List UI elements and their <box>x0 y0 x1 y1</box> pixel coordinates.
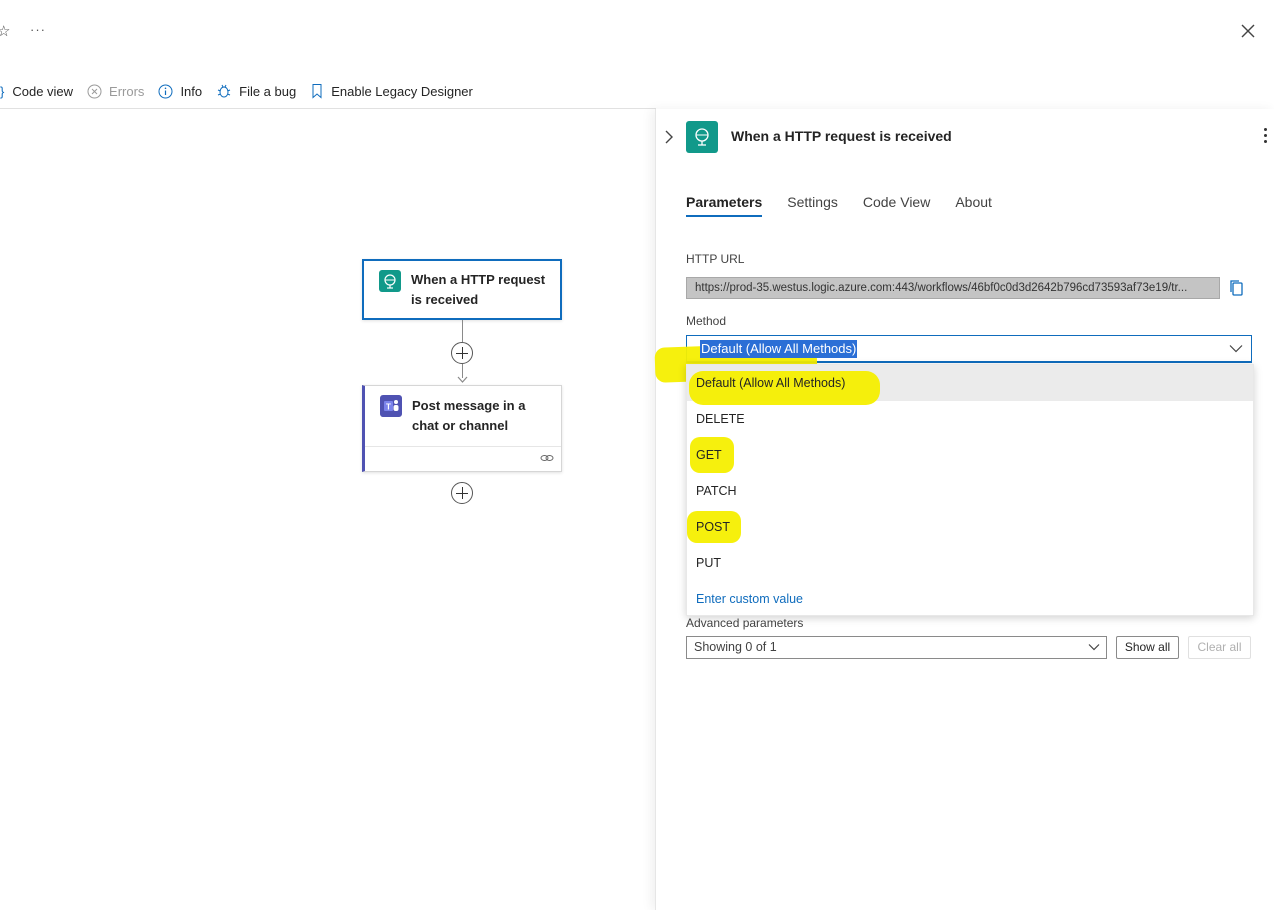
file-bug-button[interactable]: File a bug <box>216 83 296 99</box>
trigger-title-line1: When a HTTP request <box>411 272 546 287</box>
add-step-button[interactable] <box>451 482 473 504</box>
trigger-node[interactable]: When a HTTP request is received <box>362 259 562 320</box>
chevron-down-icon[interactable] <box>1229 344 1243 353</box>
add-step-button[interactable] <box>451 342 473 364</box>
close-icon[interactable] <box>1239 22 1257 40</box>
option-delete[interactable]: DELETE <box>696 412 745 426</box>
code-view-label: Code view <box>12 83 74 99</box>
legacy-designer-button[interactable]: Enable Legacy Designer <box>310 83 473 99</box>
link-icon <box>540 455 554 461</box>
designer-toolbar: } Code view Errors Info File a bug Enabl… <box>0 80 487 102</box>
more-options-button[interactable]: ··· <box>30 22 46 37</box>
method-label: Method <box>686 314 727 328</box>
option-put[interactable]: PUT <box>696 556 721 570</box>
http-url-field[interactable]: https://prod-35.westus.logic.azure.com:4… <box>686 277 1220 299</box>
panel-title: When a HTTP request is received <box>731 128 952 144</box>
favorite-star-icon[interactable]: ☆ <box>0 22 10 40</box>
toolbar-divider <box>0 108 656 109</box>
chevron-right-icon[interactable] <box>664 129 674 145</box>
action-node[interactable]: T Post message in a chat or channel <box>362 385 562 472</box>
copy-icon[interactable] <box>1228 279 1244 297</box>
chevron-down-icon[interactable] <box>1088 643 1100 651</box>
panel-tabs: Parameters Settings Code View About <box>686 194 1017 217</box>
connector-line <box>462 320 463 342</box>
bug-icon <box>217 84 231 98</box>
legacy-designer-label: Enable Legacy Designer <box>331 83 473 99</box>
advanced-parameters-dropdown[interactable]: Showing 0 of 1 <box>686 636 1107 659</box>
method-options-list: Default (Allow All Methods) DELETE GET P… <box>686 364 1254 616</box>
file-bug-label: File a bug <box>239 83 297 99</box>
connector-arrow-icon <box>457 376 468 383</box>
http-globe-icon <box>379 270 401 292</box>
enter-custom-value-link[interactable]: Enter custom value <box>696 592 803 606</box>
option-get[interactable]: GET <box>696 448 722 462</box>
advanced-parameters-label: Advanced parameters <box>686 616 804 630</box>
code-brace-icon: } <box>0 83 5 99</box>
method-selected-value: Default (Allow All Methods) <box>700 340 858 358</box>
errors-button[interactable]: Errors <box>87 84 144 99</box>
clear-all-button[interactable]: Clear all <box>1188 636 1251 659</box>
errors-label: Errors <box>109 83 145 99</box>
code-view-button[interactable]: } Code view <box>0 84 73 99</box>
info-button[interactable]: Info <box>158 84 202 99</box>
panel-trigger-icon <box>686 121 718 153</box>
teams-icon: T <box>380 395 402 417</box>
http-url-label: HTTP URL <box>686 252 745 266</box>
option-post[interactable]: POST <box>696 520 730 534</box>
tab-about[interactable]: About <box>955 194 992 210</box>
trigger-title-line2: is received <box>411 292 479 307</box>
tab-settings[interactable]: Settings <box>787 194 838 210</box>
bookmark-icon <box>312 84 322 99</box>
action-title-line1: Post message in a <box>412 398 526 413</box>
action-title-line2: chat or channel <box>412 418 509 433</box>
info-icon <box>158 84 173 98</box>
show-all-button[interactable]: Show all <box>1116 636 1179 659</box>
option-default[interactable]: Default (Allow All Methods) <box>696 376 845 390</box>
svg-text:T: T <box>386 403 391 412</box>
tab-parameters[interactable]: Parameters <box>686 194 763 217</box>
error-circle-icon <box>87 84 102 98</box>
option-patch[interactable]: PATCH <box>696 484 737 498</box>
panel-more-icon[interactable] <box>1264 128 1270 143</box>
info-label: Info <box>180 83 203 99</box>
card-footer-divider <box>365 446 561 447</box>
tab-code-view[interactable]: Code View <box>863 194 930 210</box>
